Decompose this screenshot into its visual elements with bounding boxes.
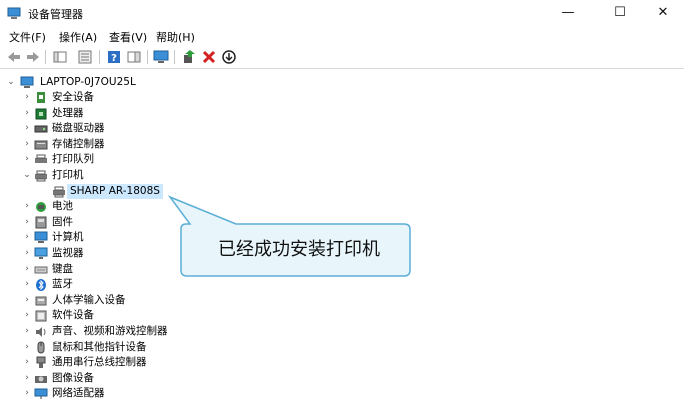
callout-text: 已经成功安装打印机 [218, 239, 380, 260]
callout-bubble [167, 195, 411, 277]
